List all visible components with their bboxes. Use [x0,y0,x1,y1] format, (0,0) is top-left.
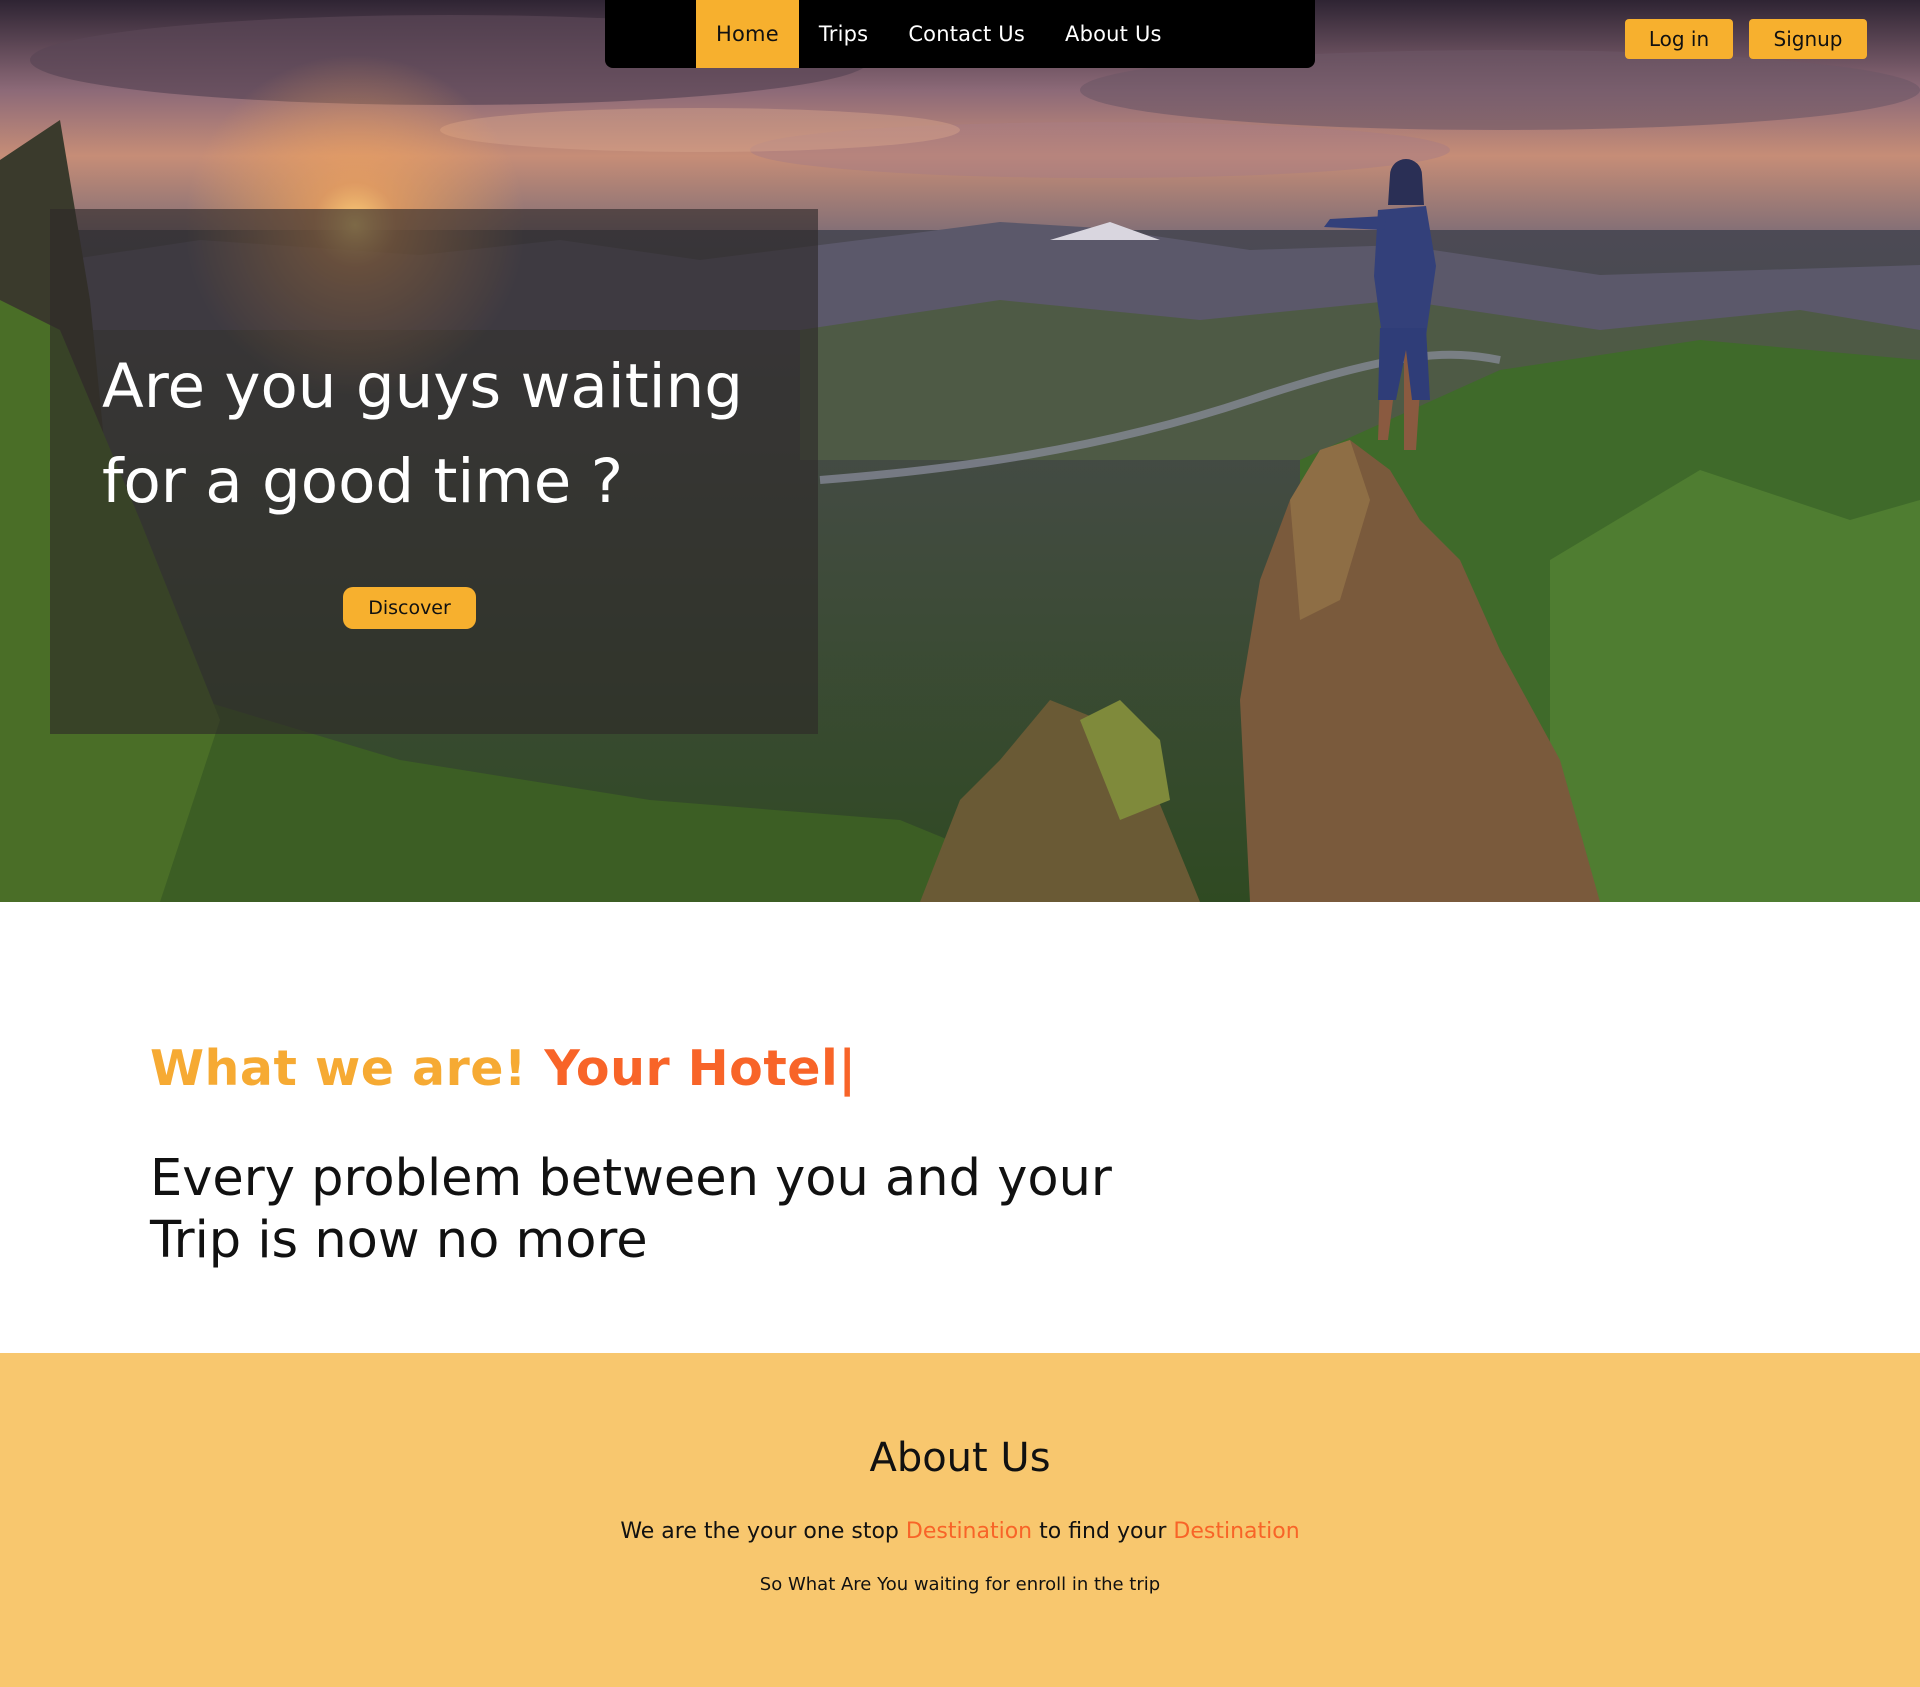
nav-home[interactable]: Home [696,0,799,68]
about-section: About Us We are the your one stop Destin… [0,1353,1920,1687]
hero-title: Are you guys waiting for a good time ? [102,339,802,529]
tagline-prefix: What we are! [150,1040,527,1097]
headline-line2: Trip is now no more [150,1211,648,1270]
about-line-part1: We are the your one stop [620,1519,906,1544]
about-title: About Us [869,1435,1051,1481]
about-highlight-2: Destination [1173,1519,1300,1544]
headline-line1: Every problem between you and your [150,1149,1112,1208]
about-description: We are the your one stop Destination to … [0,1519,1920,1544]
discover-button[interactable]: Discover [343,587,476,629]
signup-button[interactable]: Signup [1749,19,1867,59]
nav-trips[interactable]: Trips [799,0,888,68]
hero-section: Home Trips Contact Us About Us Log in Si… [0,0,1920,902]
hero-title-line1: Are you guys waiting [102,351,743,422]
tagline-typed-text: Your Hotel| [544,1040,857,1097]
nav-contact-us[interactable]: Contact Us [888,0,1045,68]
intro-headline: Every problem between you and your Trip … [150,1148,1250,1272]
nav-about-us[interactable]: About Us [1045,0,1182,68]
login-button[interactable]: Log in [1625,19,1733,59]
about-line-part2: to find your [1032,1519,1174,1544]
main-nav: Home Trips Contact Us About Us [605,0,1315,68]
typed-tagline: What we are! Your Hotel| [150,1040,857,1097]
about-highlight-1: Destination [905,1519,1033,1544]
about-subline: So What Are You waiting for enroll in th… [759,1574,1161,1595]
hero-title-line2: for a good time ? [102,446,624,517]
hero-overlay-card: Are you guys waiting for a good time ? D… [50,209,818,734]
